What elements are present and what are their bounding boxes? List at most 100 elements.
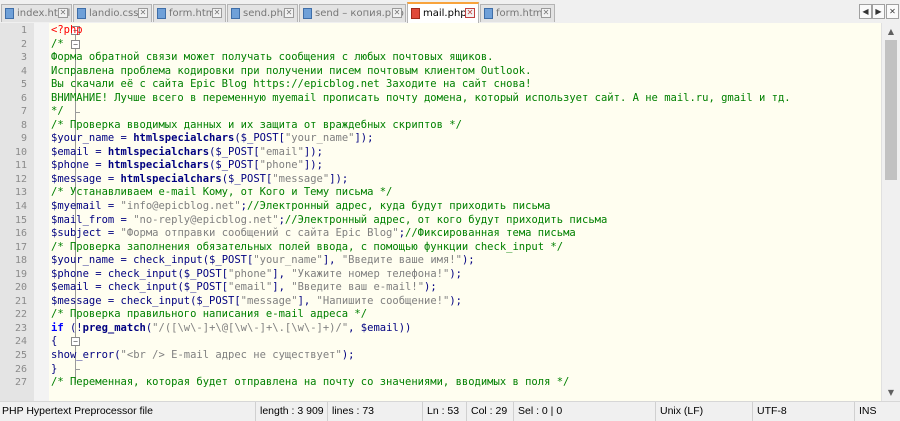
- tab-3[interactable]: send.php ✕: [227, 4, 298, 22]
- code-token: Форма обратной связи может получать сооб…: [51, 51, 494, 64]
- close-tab-icon[interactable]: ✕: [138, 8, 148, 18]
- close-document-button[interactable]: ✕: [886, 4, 899, 19]
- line-number: 22: [14, 309, 27, 321]
- code-token: htmlspecialchars: [107, 145, 210, 158]
- code-line[interactable]: $myemail = "info@epicblog.net";//Электро…: [51, 200, 550, 214]
- code-token: if: [51, 321, 64, 334]
- code-token: (!: [63, 321, 83, 334]
- code-line[interactable]: show_error("<br /> E-mail адрес не сущес…: [51, 349, 354, 363]
- status-encoding[interactable]: UTF-8: [752, 402, 854, 421]
- close-tab-icon[interactable]: ✕: [58, 8, 68, 18]
- code-token: "phone": [228, 267, 273, 280]
- code-line[interactable]: $email = htmlspecialchars($_POST["email"…: [51, 146, 323, 160]
- close-tab-icon[interactable]: ✕: [284, 8, 294, 18]
- code-link[interactable]: https://epicblog.net: [253, 78, 379, 90]
- code-line[interactable]: Исправлена проблема кодировки при получе…: [51, 65, 531, 79]
- code-token: //Электронный адрес, от кого будут прихо…: [284, 213, 608, 226]
- tab-1[interactable]: landio.css ✕: [73, 4, 152, 22]
- line-number: 11: [14, 160, 27, 172]
- code-token: = check_input(: [101, 294, 197, 307]
- code-line[interactable]: $message = check_input($_POST["message"]…: [51, 295, 462, 309]
- code-line[interactable]: /* Проверка заполнения обязательных поле…: [51, 241, 563, 255]
- code-token: )): [398, 321, 412, 334]
- code-token: $email: [51, 145, 89, 158]
- line-number: 23: [14, 322, 27, 334]
- code-token: "your_name": [284, 132, 355, 145]
- tab-0[interactable]: index.html ✕: [1, 4, 72, 22]
- code-token: =: [101, 200, 121, 213]
- code-line[interactable]: */: [51, 105, 64, 119]
- scroll-down-arrow-icon[interactable]: ▼: [882, 384, 900, 401]
- code-token: $message: [51, 172, 102, 185]
- line-number: 19: [14, 268, 27, 280]
- vertical-scrollbar[interactable]: ▲ ▼: [881, 23, 900, 401]
- code-line[interactable]: Вы скачали её с сайта Epic Blog https://…: [51, 78, 531, 92]
- tab-2[interactable]: form.html ✕: [153, 4, 226, 22]
- code-token: ],: [297, 294, 317, 307]
- code-line[interactable]: Форма обратной связи может получать сооб…: [51, 51, 494, 65]
- code-line[interactable]: $subject = "Форма отправки сообщений с с…: [51, 227, 576, 241]
- line-number: 15: [14, 214, 27, 226]
- line-number: 25: [14, 349, 27, 361]
- status-language: PHP Hypertext Preprocessor file: [2, 405, 153, 417]
- code-token: "Форма отправки сообщений с сайта Epic B…: [120, 227, 399, 240]
- close-tab-icon[interactable]: ✕: [392, 8, 402, 18]
- code-line[interactable]: /* Проверка правильного написания e-mail…: [51, 308, 367, 322]
- code-token: $_POST: [215, 159, 254, 172]
- code-token: $phone: [51, 267, 89, 280]
- tab-scroll-left-button[interactable]: ◀: [859, 4, 872, 19]
- code-line[interactable]: $your_name = check_input($_POST["your_na…: [51, 254, 475, 268]
- code-line[interactable]: }: [51, 363, 57, 377]
- code-token: =: [114, 213, 134, 226]
- code-token: //Электронный адрес, куда будут приходит…: [246, 200, 551, 213]
- line-number-gutter: 1 2 3 4 5 6 7 8 9 10 11 12 13 14 15 16 17 18 19 20 21 22 23 24 2…: [0, 23, 34, 401]
- code-line[interactable]: $phone = check_input($_POST["phone"], "У…: [51, 268, 462, 282]
- close-tab-icon[interactable]: ✕: [465, 8, 475, 18]
- code-token: */: [51, 105, 64, 118]
- code-token: $message: [51, 294, 102, 307]
- code-line[interactable]: /* Переменная, которая будет отправлена …: [51, 376, 569, 390]
- file-icon: [5, 8, 14, 19]
- code-line[interactable]: $your_name = htmlspecialchars($_POST["yo…: [51, 132, 373, 146]
- line-number: 12: [14, 173, 27, 185]
- scrollbar-thumb[interactable]: [885, 40, 897, 180]
- code-token: htmlspecialchars: [107, 159, 210, 172]
- code-line[interactable]: $phone = htmlspecialchars($_POST["phone"…: [51, 159, 323, 173]
- code-token: "/([\w\-]+\@[\w\-]+\.[\w\-]+)/": [152, 321, 349, 334]
- code-token: //Фиксированная тема письма: [405, 227, 576, 240]
- code-line[interactable]: $email = check_input($_POST["email"], "В…: [51, 281, 437, 295]
- code-line[interactable]: <?php: [51, 24, 83, 38]
- code-line[interactable]: ВНИМАНИЕ! Лучше всего в переменную myema…: [51, 92, 791, 106]
- line-number: 13: [14, 187, 27, 199]
- code-token: =: [114, 132, 134, 145]
- close-tab-icon[interactable]: ✕: [541, 8, 551, 18]
- code-line[interactable]: /*: [51, 38, 64, 52]
- code-token: /* Устанавливаем e-mail Кому, от Кого и …: [51, 186, 393, 199]
- code-line[interactable]: /* Устанавливаем e-mail Кому, от Кого и …: [51, 186, 392, 200]
- line-number: 18: [14, 255, 27, 267]
- tab-4[interactable]: send – копия.php ✕: [299, 4, 406, 22]
- file-icon: [411, 8, 420, 19]
- tab-6[interactable]: form.html ✕: [480, 4, 555, 22]
- status-eol[interactable]: Unix (LF): [655, 402, 752, 421]
- tab-scroll-right-button[interactable]: ▶: [872, 4, 885, 19]
- code-token: $_POST: [183, 267, 222, 280]
- code-token: $phone: [51, 159, 89, 172]
- code-line[interactable]: {: [51, 335, 57, 349]
- code-token: ],: [272, 281, 292, 294]
- close-tab-icon[interactable]: ✕: [212, 8, 222, 18]
- code-token: );: [341, 348, 355, 361]
- code-token: /* Проверка заполнения обязательных поле…: [51, 240, 564, 253]
- line-number: 21: [14, 295, 27, 307]
- code-editor[interactable]: 1 2 3 4 5 6 7 8 9 10 11 12 13 14 15 16 17 18 19 20 21 22 23 24 2…: [0, 23, 900, 401]
- scroll-up-arrow-icon[interactable]: ▲: [882, 23, 900, 40]
- tab-5[interactable]: mail.php ✕: [407, 2, 479, 23]
- line-number: 9: [20, 133, 27, 145]
- fold-toggle-icon[interactable]: −: [71, 39, 80, 49]
- code-line[interactable]: $mail_from = "no-reply@epicblog.net";//Э…: [51, 214, 607, 228]
- code-line[interactable]: /* Проверка вводимых данных и их защита …: [51, 119, 462, 133]
- code-line[interactable]: $message = htmlspecialchars($_POST["mess…: [51, 173, 348, 187]
- code-line[interactable]: if (!preg_match("/([\w\-]+\@[\w\-]+\.[\w…: [51, 322, 411, 336]
- file-icon: [77, 8, 86, 19]
- fold-toggle-icon[interactable]: −: [71, 337, 80, 347]
